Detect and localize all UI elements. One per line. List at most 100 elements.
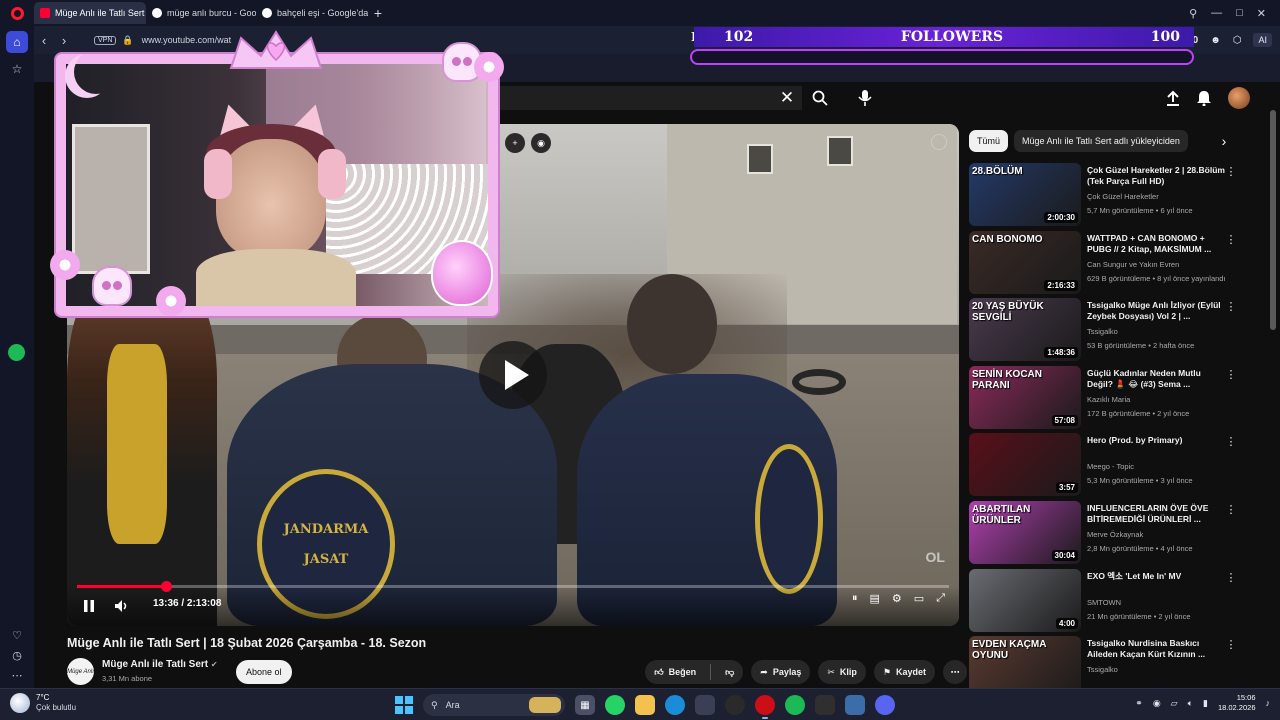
recommendation-item[interactable]: 20 YAŞ BÜYÜK SEVGİLİ 1:48:36 Tssigalko Müg… (969, 298, 1245, 366)
progress-scrubber-handle[interactable] (160, 581, 172, 592)
more-vertical-icon[interactable]: ⋮ (1225, 571, 1237, 584)
whatsapp-icon[interactable] (605, 695, 625, 715)
home-icon[interactable]: ⌂ (6, 31, 28, 53)
recommendation-title[interactable]: Tssigalko Müge Anlı İzliyor (Eylül Zeybe… (1087, 300, 1225, 322)
recommendation-title[interactable]: EXO 엑소 'Let Me In' MV (1087, 571, 1225, 582)
search-button[interactable] (803, 86, 837, 110)
maximize-icon[interactable]: □ (1236, 7, 1243, 19)
recommendation-title[interactable]: WATTPAD + CAN BONOMO + PUBG // 2 Kitap, … (1087, 233, 1225, 255)
video-thumbnail[interactable]: 4:00 (969, 568, 1081, 632)
dislike-button[interactable]: 👎︎ (716, 660, 743, 684)
notification-bell-icon[interactable]: ♪ (1266, 698, 1271, 708)
spotify-taskbar-icon[interactable] (785, 695, 805, 715)
extensions-icon[interactable]: ⬡ (1233, 35, 1242, 46)
close-icon[interactable]: ✕ (1257, 7, 1266, 20)
video-thumbnail[interactable]: 28.BÖLÜM 2:00:30 (969, 163, 1081, 226)
recommendation-channel[interactable]: SMTOWN (1087, 598, 1237, 607)
recommendation-channel[interactable]: Can Sungur ve Yakın Evren (1087, 260, 1237, 269)
tab-google-search-1[interactable]: müge anlı burcu - Google (146, 2, 256, 24)
more-actions-button[interactable]: ⋯ (943, 660, 967, 684)
more-vertical-icon[interactable]: ⋮ (1225, 233, 1237, 246)
file-explorer-icon[interactable] (635, 695, 655, 715)
more-vertical-icon[interactable]: ⋮ (1225, 300, 1237, 313)
info-icon[interactable] (931, 134, 947, 150)
recommendation-item[interactable]: 28.BÖLÜM 2:00:30 Çok Güzel Hareketler 2 | … (969, 163, 1245, 231)
opera-taskbar-icon[interactable] (755, 695, 775, 719)
video-thumbnail[interactable]: 20 YAŞ BÜYÜK SEVGİLİ 1:48:36 (969, 298, 1081, 362)
recommendation-item[interactable]: 4:00 EXO 엑소 'Let Me In' MV SMTOWN 21 Mn gör… (969, 568, 1245, 637)
task-view-icon[interactable]: ▦ (575, 695, 595, 715)
more-vertical-icon[interactable]: ⋮ (1225, 165, 1237, 178)
video-thumbnail[interactable]: 3:57 (969, 433, 1081, 497)
progress-bar[interactable] (77, 581, 949, 592)
opera-menu-icon[interactable] (0, 0, 34, 26)
ai-button[interactable]: AI (1253, 33, 1272, 47)
video-thumbnail[interactable]: ABARTILAN ÜRÜNLER 30:04 (969, 500, 1081, 564)
history-clock-icon[interactable]: ◷ (12, 649, 22, 662)
volume-button[interactable] (109, 593, 135, 619)
recommendation-title[interactable]: Güçlü Kadınlar Neden Mutlu Değil? 💄 😂 (#… (1087, 368, 1225, 390)
voice-search-button[interactable] (850, 86, 880, 110)
recommendation-item[interactable]: CAN BONOMO 2:16:33 WATTPAD + CAN BONOMO + … (969, 230, 1245, 299)
share-button[interactable]: ➦ Paylaş (751, 660, 811, 684)
weather-widget[interactable]: 7°C Çok bulutlu (10, 693, 76, 713)
pause-button[interactable] (76, 593, 102, 619)
game-app-icon[interactable] (815, 695, 835, 715)
more-vertical-icon[interactable]: ⋮ (1225, 368, 1237, 381)
big-play-button[interactable] (479, 341, 547, 409)
spotify-icon[interactable] (8, 344, 25, 361)
fullscreen-icon[interactable]: ⤢ (936, 592, 945, 605)
video-thumbnail[interactable]: CAN BONOMO 2:16:33 (969, 230, 1081, 294)
search-tabs-icon[interactable]: ⚲ (1189, 7, 1197, 20)
clock[interactable]: 15:06 18.02.2026 (1218, 693, 1256, 713)
settings-gear-icon[interactable]: ⚙ (892, 592, 902, 605)
account-avatar[interactable] (1228, 87, 1250, 109)
more-dots-icon[interactable]: ⋯ (12, 669, 23, 682)
tab-google-search-2[interactable]: bahçeli eşi - Google'da Ar (256, 2, 368, 24)
add-icon[interactable]: + (505, 133, 525, 153)
store-icon[interactable] (695, 695, 715, 715)
video-thumbnail[interactable]: SENİN KOCAN PARANI 57:08 (969, 365, 1081, 429)
clip-button[interactable]: ✂ Klip (818, 660, 866, 684)
subscribe-button[interactable]: Abone ol (236, 660, 292, 684)
pause-chip-icon[interactable]: ⏸ (852, 592, 858, 605)
youtube-search-input[interactable] (480, 86, 802, 110)
camera-icon[interactable]: ◉ (531, 133, 551, 153)
recommendation-item[interactable]: 3:57 Hero (Prod. by Primary) Meego - Topic… (969, 433, 1245, 501)
recommendation-channel[interactable]: Kazıklı Maria (1087, 395, 1237, 404)
like-button[interactable]: 👍︎ Beğen (645, 660, 705, 684)
recommendation-channel[interactable]: Meego - Topic (1087, 462, 1237, 471)
network-icon[interactable]: ▱ (1171, 698, 1178, 709)
recommendation-title[interactable]: Hero (Prod. by Primary) (1087, 435, 1225, 446)
more-vertical-icon[interactable]: ⋮ (1225, 638, 1237, 651)
page-scrollbar[interactable] (1270, 110, 1276, 330)
channel-name[interactable]: Müge Anlı ile Tatlı Sert ✔ (102, 659, 218, 670)
more-vertical-icon[interactable]: ⋮ (1225, 503, 1237, 516)
chatgpt-icon[interactable] (725, 695, 745, 715)
profile-icon[interactable]: ☻ (1210, 35, 1221, 46)
subtitles-icon[interactable]: ▤ (870, 592, 880, 605)
recommendation-title[interactable]: Tssigalko Nurdisina Baskıcı Aileden Kaça… (1087, 638, 1225, 660)
taskbar-search[interactable]: ⚲ Ara (423, 694, 565, 716)
recommendation-title[interactable]: Çok Güzel Hareketler 2 | 28.Bölüm (Tek P… (1087, 165, 1225, 187)
save-button[interactable]: ⚑ Kaydet (873, 660, 935, 684)
speaker-icon[interactable]: 🔈︎ (1188, 698, 1193, 709)
tab-youtube[interactable]: Müge Anlı ile Tatlı Sert (34, 2, 146, 24)
notifications-bell-icon[interactable] (1196, 90, 1212, 106)
theater-mode-icon[interactable]: ▭ (914, 592, 924, 605)
recommendation-title[interactable]: INFLUENCERLARIN ÖVE ÖVE BİTİREMEDİĞİ ÜRÜ… (1087, 503, 1225, 525)
heart-icon[interactable]: ♡ (12, 629, 22, 642)
chip-from-uploader[interactable]: Müge Anlı ile Tatlı Sert adlı yükleyicid… (1014, 130, 1188, 152)
discord-icon[interactable] (875, 695, 895, 715)
recommendation-channel[interactable]: Çok Güzel Hareketler (1087, 192, 1237, 201)
upload-icon[interactable] (1166, 90, 1180, 106)
chip-all[interactable]: Tümü (969, 130, 1009, 152)
clear-search-icon[interactable]: ✕ (776, 88, 798, 108)
chevron-right-icon[interactable]: › (1214, 130, 1234, 152)
channel-avatar[interactable]: Müge Anlı (67, 658, 94, 685)
windows-start-icon[interactable] (395, 696, 413, 714)
recommendation-item[interactable]: SENİN KOCAN PARANI 57:08 Güçlü Kadınlar Ne… (969, 365, 1245, 434)
edge-icon[interactable] (665, 695, 685, 715)
minimize-icon[interactable]: — (1211, 7, 1222, 19)
bookmark-star-icon[interactable]: ☆ (6, 58, 28, 80)
